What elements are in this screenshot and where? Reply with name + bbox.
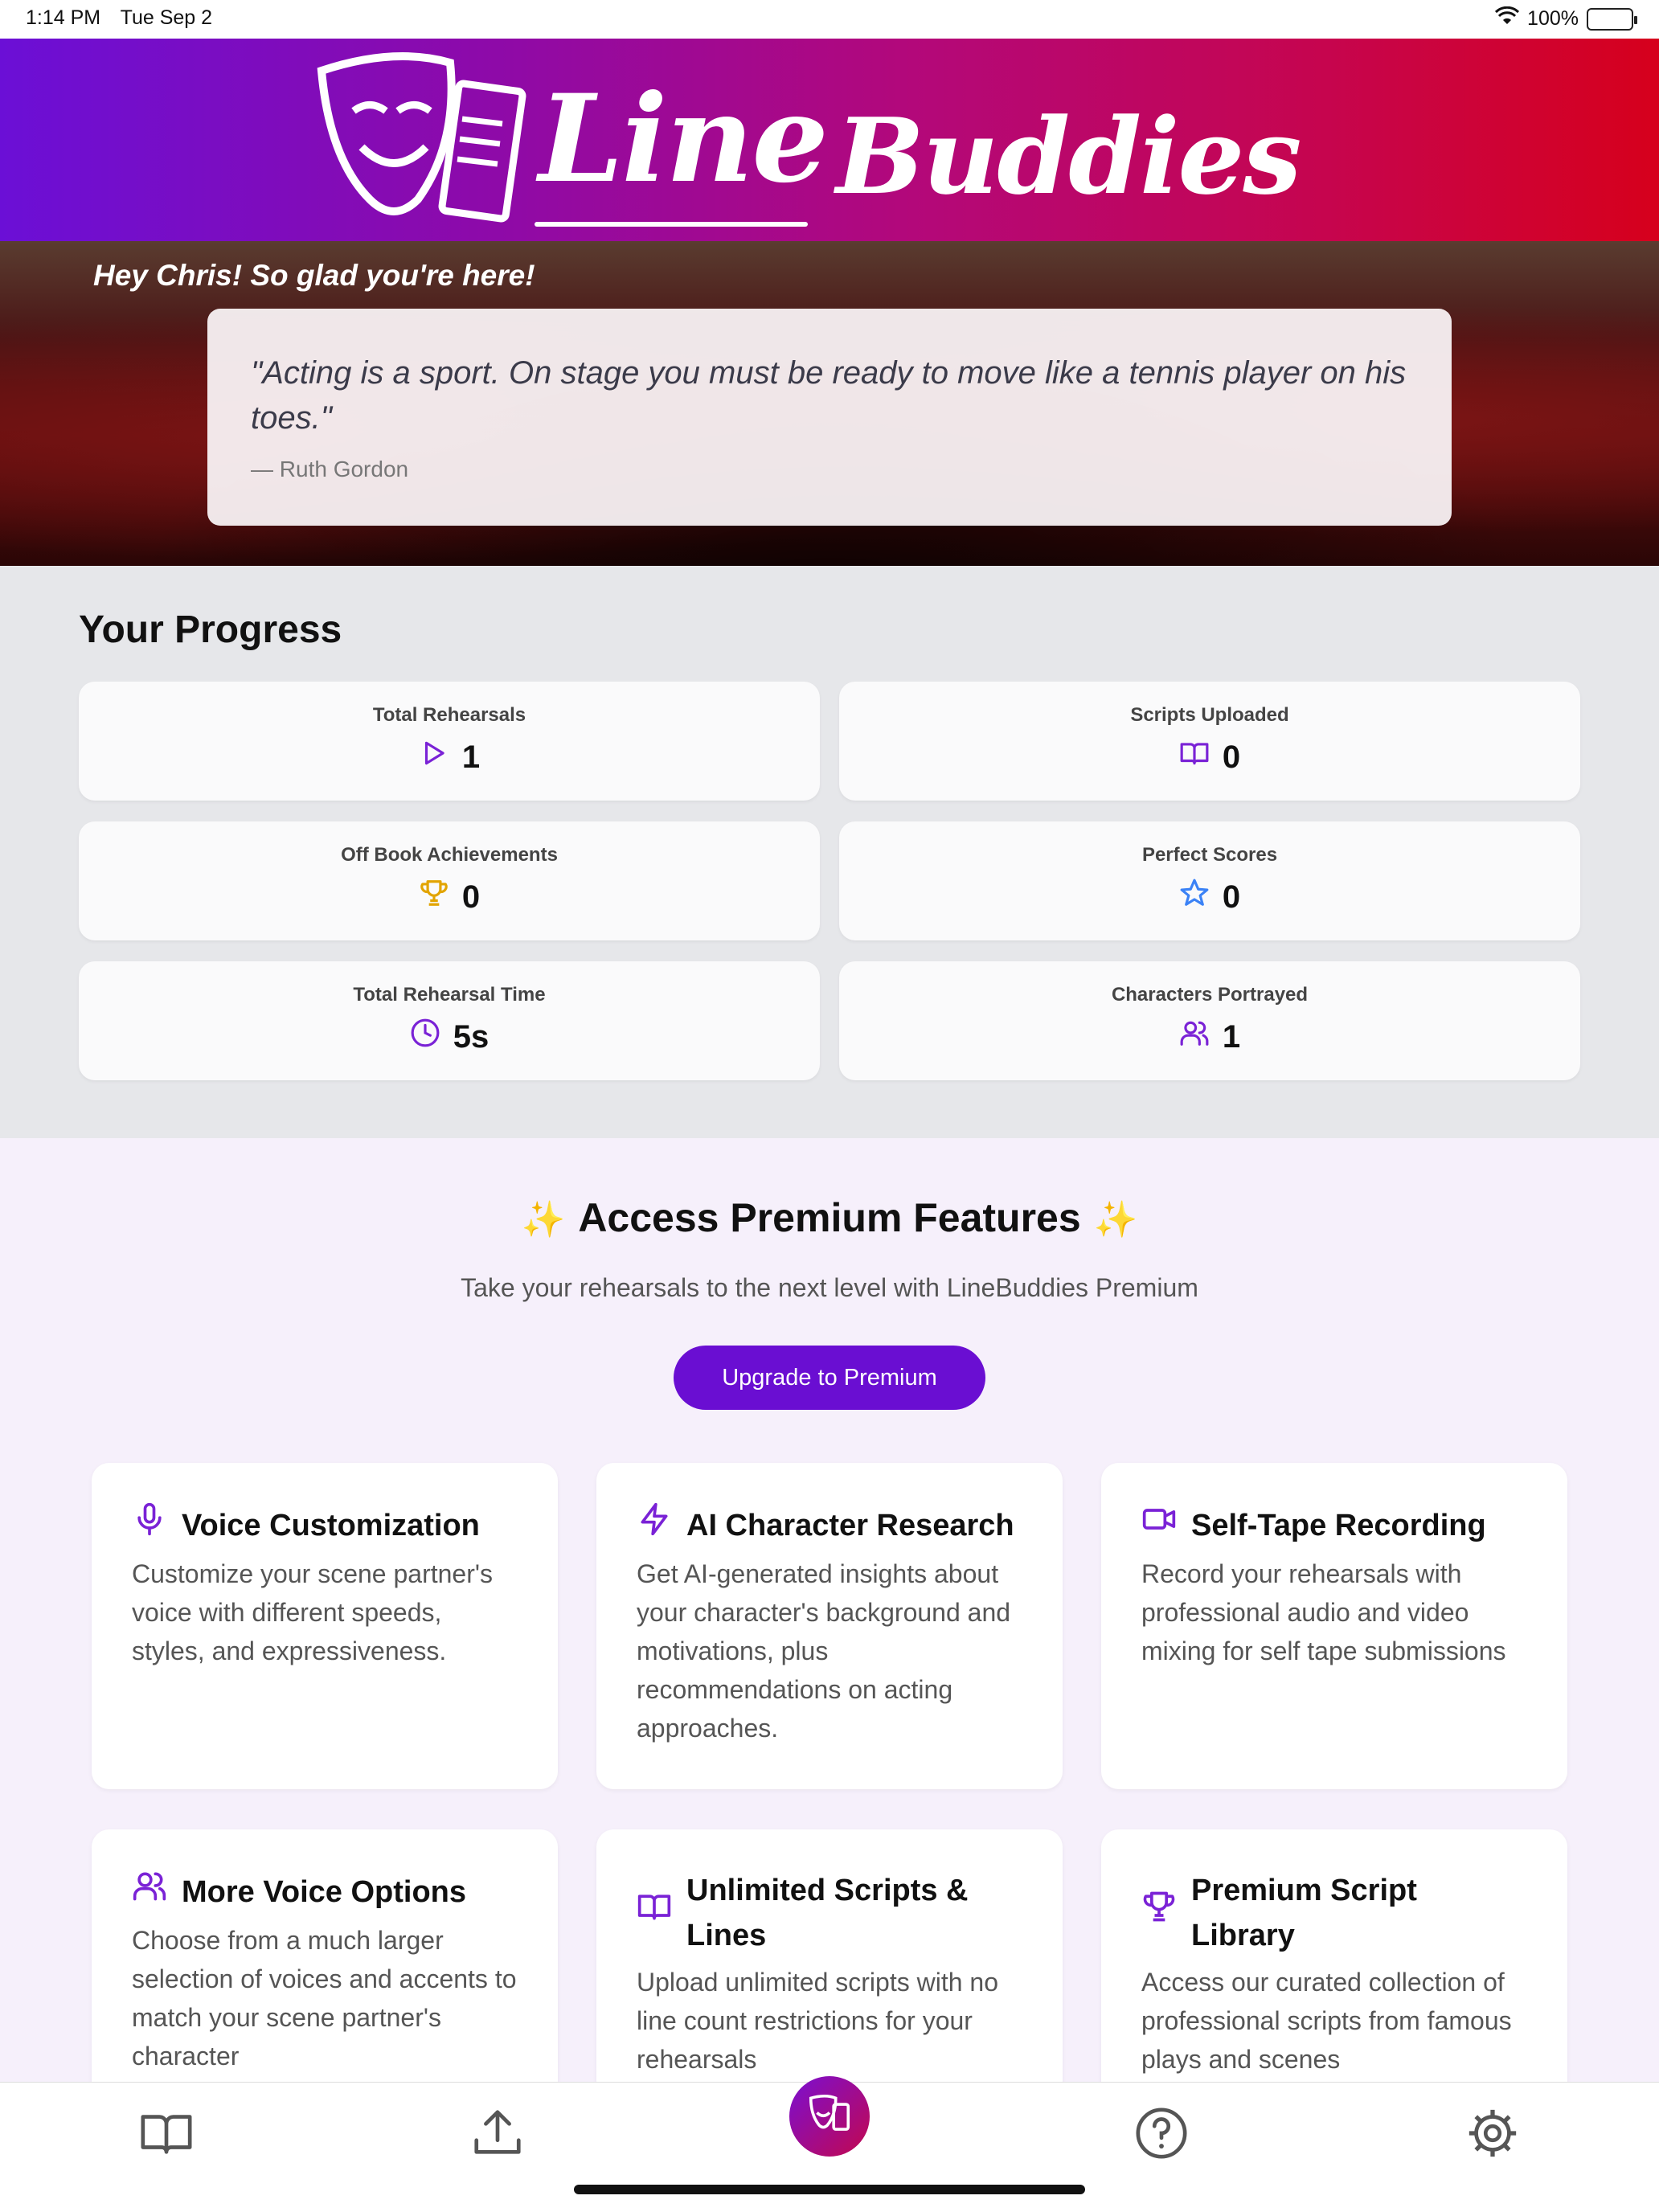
stat-value: 1 xyxy=(1222,1018,1241,1055)
feature-title: More Voice Options xyxy=(182,1875,467,1909)
upload-icon xyxy=(469,2110,526,2165)
library-tab[interactable] xyxy=(138,2105,195,2161)
premium-title: ✨ Access Premium Features ✨ xyxy=(521,1195,1138,1240)
logo-underline xyxy=(535,222,808,227)
feature-title: Voice Customization xyxy=(182,1509,480,1542)
feature-title: Premium Script Library xyxy=(1191,1874,1417,1952)
premium-subtitle: Take your rehearsals to the next level w… xyxy=(461,1273,1198,1302)
settings-tab[interactable] xyxy=(1464,2105,1521,2161)
feature-title: Unlimited Scripts & Lines xyxy=(686,1874,969,1952)
stat-card-perfect-scores: Perfect Scores 0 xyxy=(839,821,1580,940)
stat-label: Total Rehearsal Time xyxy=(353,984,546,1006)
status-date: Tue Sep 2 xyxy=(120,6,213,29)
stat-label: Off Book Achievements xyxy=(341,844,558,866)
stat-value: 1 xyxy=(461,739,481,775)
logo-line-text: Line xyxy=(539,68,829,210)
sparkle-icon: ✨ xyxy=(1093,1200,1138,1239)
play-icon xyxy=(419,738,449,776)
upgrade-to-premium-button[interactable]: Upgrade to Premium xyxy=(674,1346,985,1410)
feature-card-premium-library[interactable]: Premium Script Library Access our curate… xyxy=(1101,1829,1567,2082)
book-icon xyxy=(637,1889,672,1937)
feature-desc: Record your rehearsals with professional… xyxy=(1141,1559,1506,1665)
trophy-icon xyxy=(1141,1889,1177,1937)
quote-text: "Acting is a sport. On stage you must be… xyxy=(251,355,1407,436)
gear-icon xyxy=(1464,2109,1521,2165)
progress-title: Your Progress xyxy=(79,608,342,651)
feature-card-unlimited-scripts[interactable]: Unlimited Scripts & Lines Upload unlimit… xyxy=(596,1829,1063,2082)
trophy-icon xyxy=(419,878,449,916)
quote-author: — Ruth Gordon xyxy=(251,457,409,481)
feature-card-voice-customization[interactable]: Voice Customization Customize your scene… xyxy=(92,1463,558,1789)
microphone-icon xyxy=(132,1501,167,1550)
stat-label: Characters Portrayed xyxy=(1111,984,1309,1006)
feature-card-more-voice-options[interactable]: More Voice Options Choose from a much la… xyxy=(92,1829,558,2082)
hero-section: Hey Chris! So glad you're here! "Acting … xyxy=(0,241,1659,566)
stat-value: 0 xyxy=(1222,879,1241,915)
stat-card-rehearsal-time: Total Rehearsal Time 5s xyxy=(79,961,820,1080)
video-camera-icon xyxy=(1141,1501,1177,1550)
feature-desc: Customize your scene partner's voice wit… xyxy=(132,1559,493,1665)
feature-card-self-tape[interactable]: Self-Tape Recording Record your rehearsa… xyxy=(1101,1463,1567,1789)
upload-tab[interactable] xyxy=(469,2105,526,2161)
logo-buddies-text: Buddies xyxy=(836,95,1301,218)
users-icon xyxy=(132,1868,167,1916)
rehearse-tab[interactable] xyxy=(789,2076,870,2157)
feature-desc: Choose from a much larger selection of v… xyxy=(132,1926,517,2071)
stat-value: 0 xyxy=(461,879,481,915)
sparkle-icon: ✨ xyxy=(521,1200,566,1239)
users-icon xyxy=(1179,1018,1210,1056)
lightning-icon xyxy=(637,1501,672,1550)
stat-value: 5s xyxy=(453,1018,490,1055)
star-icon xyxy=(1179,878,1210,916)
wifi-icon xyxy=(1494,6,1520,31)
clock-icon xyxy=(410,1018,440,1056)
status-time: 1:14 PM xyxy=(26,6,101,29)
feature-desc: Get AI-generated insights about your cha… xyxy=(637,1559,1011,1743)
book-icon xyxy=(138,2115,195,2165)
brand-banner: Line Buddies xyxy=(0,39,1659,241)
stat-label: Total Rehearsals xyxy=(372,704,526,726)
battery-percent: 100% xyxy=(1527,7,1579,30)
home-indicator xyxy=(574,2185,1085,2194)
progress-section: Your Progress Total Rehearsals 1 Scripts… xyxy=(0,566,1659,1138)
feature-title: Self-Tape Recording xyxy=(1191,1509,1486,1542)
stat-card-off-book: Off Book Achievements 0 xyxy=(79,821,820,940)
stat-card-scripts-uploaded: Scripts Uploaded 0 xyxy=(839,682,1580,801)
greeting-text: Hey Chris! So glad you're here! xyxy=(93,259,535,292)
stat-card-characters: Characters Portrayed 1 xyxy=(839,961,1580,1080)
help-icon xyxy=(1133,2108,1190,2165)
status-bar: 1:14 PM Tue Sep 2 100% xyxy=(0,0,1659,39)
battery-icon xyxy=(1587,7,1637,31)
theater-mask-logo-icon xyxy=(297,39,530,240)
feature-desc: Upload unlimited scripts with no line co… xyxy=(637,1968,998,2074)
premium-section: ✨ Access Premium Features ✨ Take your rehe… xyxy=(0,1138,1659,2082)
stat-label: Scripts Uploaded xyxy=(1130,704,1289,726)
feature-card-ai-character-research[interactable]: AI Character Research Get AI-generated i… xyxy=(596,1463,1063,1789)
stat-label: Perfect Scores xyxy=(1141,844,1278,866)
stat-value: 0 xyxy=(1222,739,1241,775)
book-icon xyxy=(1179,738,1210,776)
help-tab[interactable] xyxy=(1133,2105,1190,2161)
quote-card: "Acting is a sport. On stage you must be… xyxy=(207,309,1452,526)
feature-title: AI Character Research xyxy=(686,1509,1014,1542)
feature-desc: Access our curated collection of profess… xyxy=(1141,1968,1512,2074)
theater-mask-icon xyxy=(805,2090,854,2144)
stat-card-total-rehearsals: Total Rehearsals 1 xyxy=(79,682,820,801)
